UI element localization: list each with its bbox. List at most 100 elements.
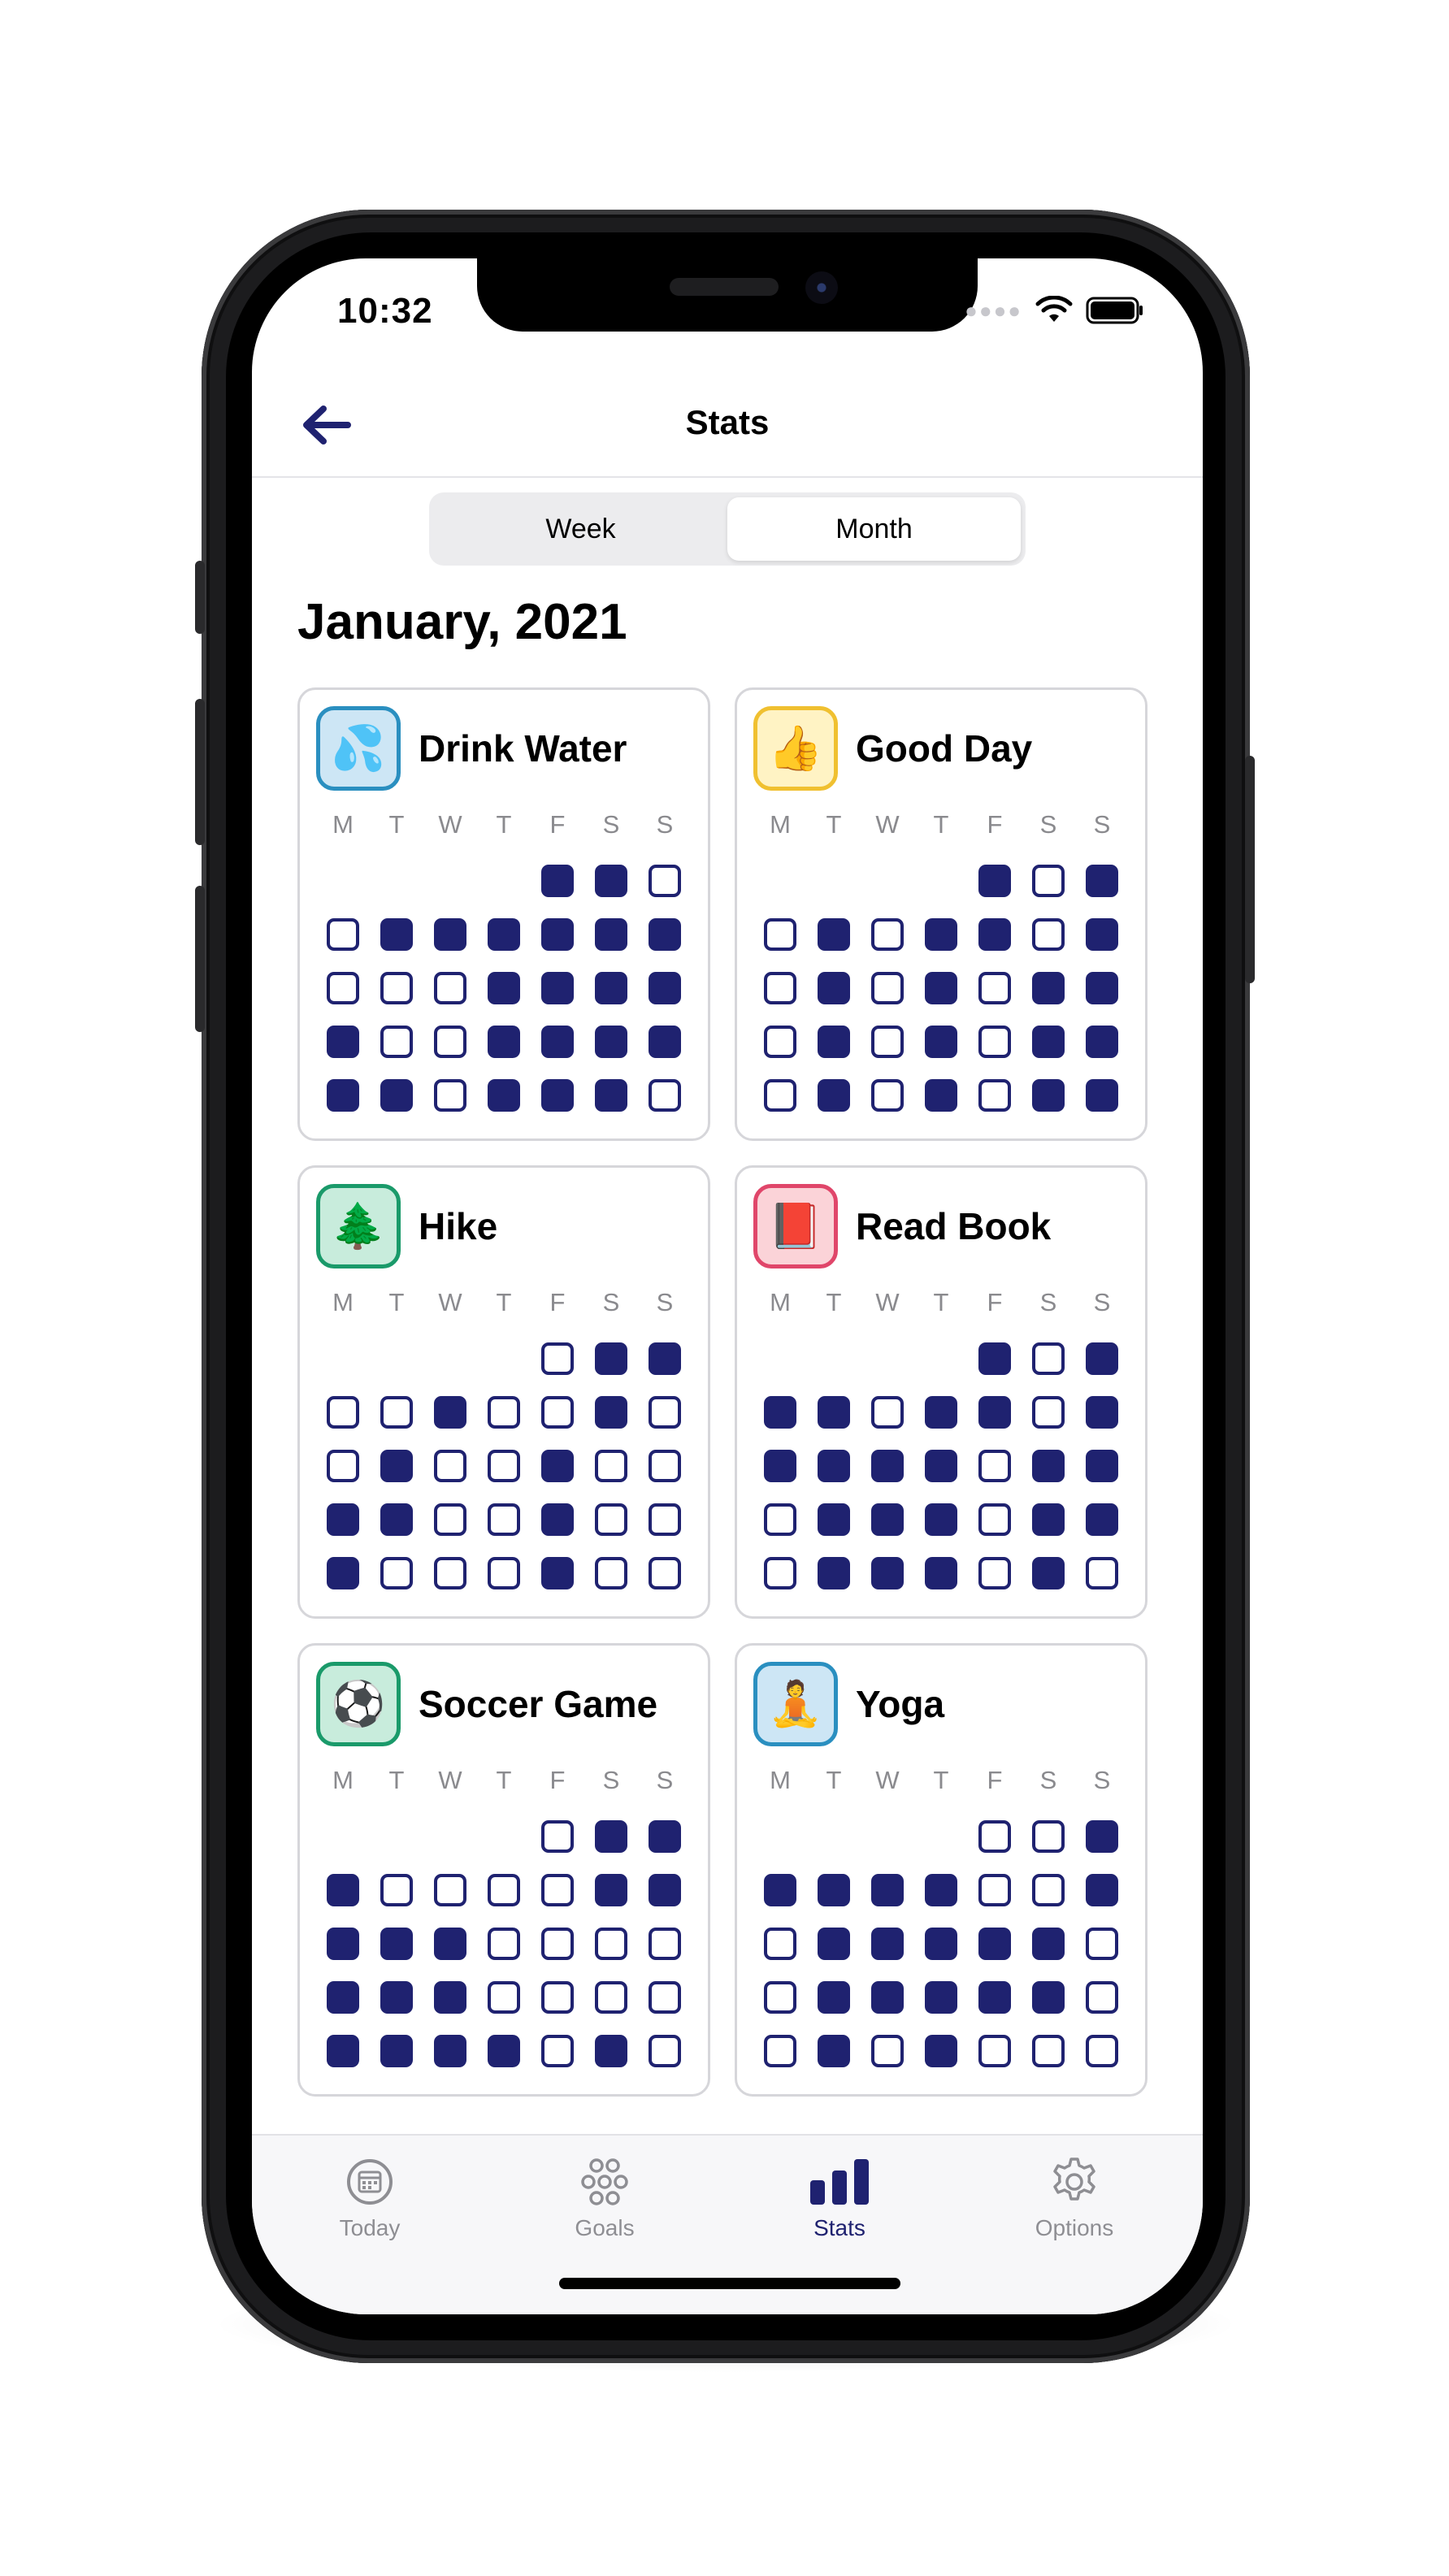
- day-completed-cell[interactable]: [1086, 1079, 1118, 1112]
- day-completed-cell[interactable]: [595, 1874, 627, 1906]
- day-missed-cell[interactable]: [541, 1820, 574, 1853]
- day-missed-cell[interactable]: [595, 1450, 627, 1482]
- day-missed-cell[interactable]: [978, 972, 1011, 1004]
- day-completed-cell[interactable]: [380, 1079, 413, 1112]
- day-missed-cell[interactable]: [1032, 1396, 1065, 1429]
- day-missed-cell[interactable]: [380, 1396, 413, 1429]
- day-completed-cell[interactable]: [818, 918, 850, 951]
- day-missed-cell[interactable]: [978, 1079, 1011, 1112]
- day-completed-cell[interactable]: [818, 1557, 850, 1589]
- day-missed-cell[interactable]: [649, 1450, 681, 1482]
- day-completed-cell[interactable]: [978, 918, 1011, 951]
- day-missed-cell[interactable]: [541, 2035, 574, 2067]
- day-completed-cell[interactable]: [1032, 1557, 1065, 1589]
- habit-card[interactable]: 📕 Read Book M T W T F S S: [735, 1165, 1147, 1619]
- day-missed-cell[interactable]: [871, 1026, 904, 1058]
- day-completed-cell[interactable]: [327, 1874, 359, 1906]
- day-missed-cell[interactable]: [764, 972, 796, 1004]
- day-missed-cell[interactable]: [434, 1079, 466, 1112]
- day-missed-cell[interactable]: [764, 1503, 796, 1536]
- day-completed-cell[interactable]: [595, 2035, 627, 2067]
- day-completed-cell[interactable]: [595, 972, 627, 1004]
- day-completed-cell[interactable]: [1032, 1928, 1065, 1960]
- day-completed-cell[interactable]: [818, 1450, 850, 1482]
- day-completed-cell[interactable]: [541, 1026, 574, 1058]
- day-missed-cell[interactable]: [380, 1874, 413, 1906]
- day-missed-cell[interactable]: [488, 1928, 520, 1960]
- day-completed-cell[interactable]: [488, 2035, 520, 2067]
- day-completed-cell[interactable]: [925, 1026, 957, 1058]
- day-completed-cell[interactable]: [488, 1079, 520, 1112]
- day-completed-cell[interactable]: [649, 972, 681, 1004]
- day-completed-cell[interactable]: [595, 1396, 627, 1429]
- day-missed-cell[interactable]: [871, 972, 904, 1004]
- day-missed-cell[interactable]: [978, 1026, 1011, 1058]
- day-completed-cell[interactable]: [818, 1874, 850, 1906]
- day-completed-cell[interactable]: [488, 918, 520, 951]
- tab-stats[interactable]: Stats: [766, 2153, 913, 2241]
- day-completed-cell[interactable]: [1086, 918, 1118, 951]
- day-completed-cell[interactable]: [595, 865, 627, 897]
- tab-goals[interactable]: Goals: [531, 2153, 678, 2241]
- day-missed-cell[interactable]: [871, 2035, 904, 2067]
- habit-card[interactable]: ⚽ Soccer Game M T W T F S S: [297, 1643, 710, 2097]
- day-completed-cell[interactable]: [649, 1342, 681, 1375]
- day-completed-cell[interactable]: [871, 1450, 904, 1482]
- day-completed-cell[interactable]: [327, 1503, 359, 1536]
- day-missed-cell[interactable]: [488, 1450, 520, 1482]
- day-completed-cell[interactable]: [871, 1874, 904, 1906]
- day-completed-cell[interactable]: [327, 1557, 359, 1589]
- day-completed-cell[interactable]: [595, 1079, 627, 1112]
- day-completed-cell[interactable]: [871, 1981, 904, 2014]
- segment-week[interactable]: Week: [434, 497, 727, 561]
- day-missed-cell[interactable]: [434, 1026, 466, 1058]
- day-completed-cell[interactable]: [818, 1928, 850, 1960]
- day-completed-cell[interactable]: [649, 1820, 681, 1853]
- day-missed-cell[interactable]: [649, 1557, 681, 1589]
- day-completed-cell[interactable]: [764, 1874, 796, 1906]
- day-completed-cell[interactable]: [541, 1557, 574, 1589]
- day-completed-cell[interactable]: [925, 1928, 957, 1960]
- day-missed-cell[interactable]: [1086, 1928, 1118, 1960]
- day-completed-cell[interactable]: [595, 1820, 627, 1853]
- day-completed-cell[interactable]: [1086, 1874, 1118, 1906]
- day-missed-cell[interactable]: [764, 1026, 796, 1058]
- day-completed-cell[interactable]: [541, 1503, 574, 1536]
- day-completed-cell[interactable]: [978, 1981, 1011, 2014]
- day-completed-cell[interactable]: [1032, 1503, 1065, 1536]
- day-completed-cell[interactable]: [380, 1503, 413, 1536]
- day-missed-cell[interactable]: [1086, 1981, 1118, 2014]
- day-missed-cell[interactable]: [595, 1981, 627, 2014]
- day-missed-cell[interactable]: [434, 1450, 466, 1482]
- day-missed-cell[interactable]: [978, 1503, 1011, 1536]
- day-missed-cell[interactable]: [327, 1450, 359, 1482]
- day-completed-cell[interactable]: [978, 1396, 1011, 1429]
- day-completed-cell[interactable]: [649, 1026, 681, 1058]
- day-completed-cell[interactable]: [925, 1503, 957, 1536]
- day-missed-cell[interactable]: [871, 918, 904, 951]
- day-missed-cell[interactable]: [541, 1396, 574, 1429]
- day-completed-cell[interactable]: [978, 1342, 1011, 1375]
- day-completed-cell[interactable]: [1032, 1981, 1065, 2014]
- day-completed-cell[interactable]: [818, 972, 850, 1004]
- day-completed-cell[interactable]: [871, 1928, 904, 1960]
- day-missed-cell[interactable]: [1032, 1342, 1065, 1375]
- day-missed-cell[interactable]: [434, 1503, 466, 1536]
- day-completed-cell[interactable]: [541, 865, 574, 897]
- day-completed-cell[interactable]: [925, 972, 957, 1004]
- day-completed-cell[interactable]: [1086, 972, 1118, 1004]
- day-missed-cell[interactable]: [649, 1079, 681, 1112]
- day-completed-cell[interactable]: [1032, 1450, 1065, 1482]
- tab-options[interactable]: Options: [1001, 2153, 1147, 2241]
- day-missed-cell[interactable]: [380, 1026, 413, 1058]
- day-completed-cell[interactable]: [327, 1981, 359, 2014]
- day-missed-cell[interactable]: [488, 1396, 520, 1429]
- day-missed-cell[interactable]: [764, 918, 796, 951]
- day-missed-cell[interactable]: [764, 2035, 796, 2067]
- day-missed-cell[interactable]: [380, 972, 413, 1004]
- day-completed-cell[interactable]: [434, 2035, 466, 2067]
- day-missed-cell[interactable]: [488, 1981, 520, 2014]
- day-completed-cell[interactable]: [380, 1981, 413, 2014]
- day-completed-cell[interactable]: [488, 1026, 520, 1058]
- day-completed-cell[interactable]: [327, 1026, 359, 1058]
